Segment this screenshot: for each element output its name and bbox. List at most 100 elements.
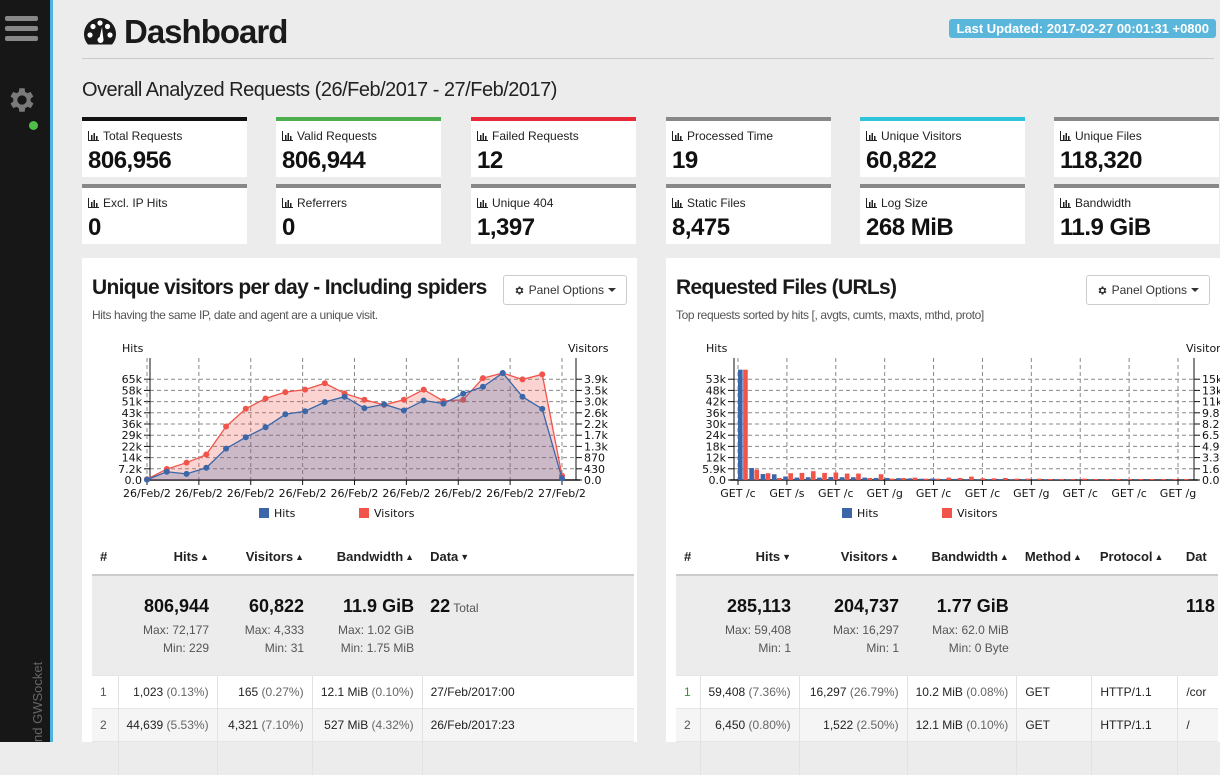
table-row[interactable]: 1 59,408 (7.36%) 16,297 (26.79%) 10.2 Mi… [676,676,1218,709]
row-data: 26/Feb/2017:23 [422,709,634,742]
bar-visitors [901,478,906,480]
stat-card: Bandwidth11.9 GiB [1054,184,1219,244]
bar-visitors [913,478,918,480]
panel-subtitle: Hits having the same IP, date and agent … [92,308,378,322]
overall-heading: Overall Analyzed Requests (26/Feb/2017 -… [82,79,557,102]
bar-chart-icon [672,198,683,208]
data-point-hits [203,465,209,471]
col-header-visitors[interactable]: Visitors▲ [799,538,907,575]
summary-bandwidth: 11.9 GiB [320,596,414,617]
y-tick-label-right: 3.3k [1202,452,1220,465]
col-header-method[interactable]: Method▲ [1017,538,1092,575]
sort-icon: ▲ [1000,552,1009,562]
page-title: Dashboard [82,10,287,54]
y-tick-label-left: 53k [706,373,727,386]
row-index: 1 [92,676,118,709]
x-tick-label: 27/Feb/2 [538,487,586,500]
bar-visitors [1003,478,1008,480]
row-data: /cor [1178,676,1218,709]
dashboard-gauge-icon [82,16,118,48]
panel-options-button[interactable]: Panel Options [503,275,627,305]
hamburger-icon[interactable] [5,16,38,46]
sidebar: nd GWSocket [0,0,53,742]
col-header-data[interactable]: Data▼ [422,538,634,575]
summary-data-count: 22 [430,596,450,616]
bar-visitors [834,473,839,480]
col-header-hits[interactable]: Hits▼ [700,538,799,575]
row-protocol: HTTP/1.1 [1092,709,1178,742]
summary-row: 806,944Max: 72,177Min: 229 60,822Max: 4,… [92,575,634,676]
bar-visitors [1082,479,1087,480]
bar-hits [998,479,1003,480]
col-header-hits-label: Hits [174,549,199,564]
stat-card-label: Log Size [866,196,928,210]
data-point-hits [559,475,565,481]
bar-hits [828,477,833,480]
sort-desc-icon: ▼ [460,552,469,562]
row-visitors-pct: (0.27%) [262,685,304,699]
data-point-hits [440,401,446,407]
stat-card-label: Processed Time [672,129,773,143]
x-tick-label: 26/Feb/2 [382,487,430,500]
summary-visitors: 60,822 [225,596,304,617]
y-tick-label-right: 13k [1202,384,1220,397]
stat-card-label: Excl. IP Hits [88,196,167,210]
table-row[interactable] [676,742,1218,775]
col-header-data[interactable]: Dat [1178,538,1218,575]
data-point-visitors [223,424,229,430]
stat-card-value: 268 MiB [866,214,953,242]
y-tick-label-left: 58k [122,384,143,397]
y-tick-label-right: 1.7k [584,429,608,442]
col-header-visitors[interactable]: Visitors▲ [217,538,312,575]
caret-down-icon [608,288,616,292]
bar-chart-icon [282,198,293,208]
bar-hits [908,478,913,480]
x-tick-label: 26/Feb/2 [434,487,482,500]
bar-hits [795,478,800,480]
bar-visitors [1037,479,1042,480]
y-tick-label-right: 2.2k [584,418,608,431]
y-tick-label-right: 430 [584,463,605,476]
panel-options-button[interactable]: Panel Options [1086,275,1210,305]
table-row[interactable]: 2 44,639 (5.53%) 4,321 (7.10%) 527 MiB (… [92,709,634,742]
bar-chart-icon [477,198,488,208]
stat-card: Unique Visitors60,822 [860,117,1025,177]
bar-chart-icon [282,131,293,141]
row-visitors: 16,297 [810,685,847,699]
x-tick-label: GET /c [1062,487,1097,500]
bar-visitors [1060,479,1065,480]
col-header-bandwidth[interactable]: Bandwidth▲ [907,538,1017,575]
row-hits: 1,023 [133,685,163,699]
data-point-hits [421,398,427,404]
summary-bandwidth-max: Max: 62.0 MiB [915,621,1009,639]
websocket-label: nd GWSocket [30,662,45,742]
y-tick-label-left: 14k [122,452,143,465]
row-protocol: HTTP/1.1 [1092,676,1178,709]
bar-visitors [743,370,748,480]
bar-visitors [947,478,952,480]
bar-visitors [1014,479,1019,480]
stat-card-label: Unique Visitors [866,129,961,143]
stat-card-label-text: Processed Time [687,129,773,143]
x-tick-label: GET /g [1160,487,1196,500]
col-header-bandwidth[interactable]: Bandwidth▲ [312,538,422,575]
stat-card: Failed Requests12 [471,117,636,177]
bar-visitors [1184,479,1189,480]
table-row[interactable]: 2 6,450 (0.80%) 1,522 (2.50%) 12.1 MiB (… [676,709,1218,742]
bar-chart-icon [88,131,99,141]
bar-chart-icon [866,198,877,208]
col-header-hits[interactable]: Hits▲︎ [118,538,217,575]
data-point-hits [381,401,387,407]
row-visitors: 4,321 [228,718,258,732]
bar-visitors [845,474,850,480]
stat-card-label-text: Bandwidth [1075,196,1131,210]
data-point-hits [361,405,367,411]
col-header-protocol[interactable]: Protocol▲ [1092,538,1178,575]
gear-icon[interactable] [6,84,38,116]
table-row[interactable] [92,742,634,775]
y-tick-label-right: 11k [1202,396,1220,409]
y-tick-label-right: 2.6k [584,407,608,420]
data-point-hits [480,384,486,390]
table-row[interactable]: 1 1,023 (0.13%) 165 (0.27%) 12.1 MiB (0.… [92,676,634,709]
data-point-visitors [361,397,367,403]
